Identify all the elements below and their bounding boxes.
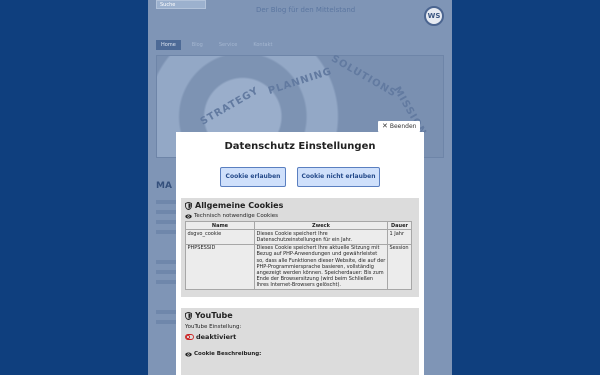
cookie-table: Name Zweck Dauer dsgvo_cookie Dieses Coo… <box>185 220 412 291</box>
shield-icon <box>185 311 192 320</box>
hero-word: SOLUTIONS <box>329 53 399 100</box>
decline-cookie-button[interactable]: Cookie nicht erlauben <box>297 167 380 187</box>
cookie-purpose: Dieses Cookie speichert Ihre Datenschutz… <box>254 229 388 245</box>
cookie-description-label: Cookie Beschreibung: <box>194 351 262 357</box>
section-title: Allgemeine Cookies <box>181 198 419 210</box>
cookie-purpose: Dieses Cookie speichert Ihre aktuelle Si… <box>254 243 388 291</box>
general-cookies-section: Allgemeine Cookies Technisch notwendige … <box>181 198 419 297</box>
text-line <box>156 220 176 224</box>
shield-icon <box>185 201 192 210</box>
toggle-off-icon <box>185 334 194 340</box>
cookie-duration: 1 Jahr <box>387 229 412 245</box>
close-label: Beenden <box>389 123 417 130</box>
youtube-toggle[interactable]: deaktiviert <box>181 330 419 341</box>
text-line <box>156 230 176 234</box>
cookie-duration: Session <box>387 243 412 291</box>
cookie-name: PHPSESSID <box>185 243 255 291</box>
eye-icon <box>185 214 192 218</box>
nav-item-home: Home <box>156 40 181 50</box>
site-tagline: Der Blog für den Mittelstand <box>256 6 356 14</box>
text-line <box>156 280 176 284</box>
cookie-name: dsgvo_cookie <box>185 229 255 245</box>
youtube-title: YouTube <box>195 311 233 320</box>
general-cookies-title: Allgemeine Cookies <box>195 201 284 210</box>
column-header-purpose: Zweck <box>254 220 388 231</box>
text-line <box>156 200 176 204</box>
accept-cookie-button[interactable]: Cookie erlauben <box>220 167 286 187</box>
privacy-settings-dialog: Datenschutz Einstellungen Cookie erlaube… <box>176 132 424 375</box>
youtube-section: YouTube YouTube Einstellung: deaktiviert… <box>181 308 419 375</box>
table-row: PHPSESSID Dieses Cookie speichert Ihre a… <box>185 243 412 291</box>
cookie-description-toggle[interactable]: Cookie Beschreibung: <box>181 341 419 357</box>
hero-word: STRATEGY <box>198 85 261 128</box>
text-line <box>156 310 176 314</box>
column-header-duration: Dauer <box>387 220 412 231</box>
dialog-title: Datenschutz Einstellungen <box>224 141 376 152</box>
article-heading: MA <box>156 181 172 191</box>
hero-word: PLANNING <box>266 65 334 98</box>
consent-buttons: Cookie erlauben Cookie nicht erlauben <box>176 167 424 187</box>
close-button[interactable]: ✕ Beenden <box>378 121 421 132</box>
table-header-row: Name Zweck Dauer <box>185 220 412 231</box>
eye-icon <box>185 352 192 356</box>
text-line <box>156 260 176 264</box>
text-line <box>156 320 176 324</box>
youtube-status: deaktiviert <box>196 333 237 341</box>
nav-item-kontakt: Kontakt <box>253 42 273 48</box>
youtube-setting-label: YouTube Einstellung: <box>185 324 242 330</box>
text-line <box>156 210 176 214</box>
column-header-name: Name <box>185 220 255 231</box>
text-line <box>156 270 176 274</box>
close-icon: ✕ <box>382 122 388 130</box>
main-nav: Home Blog Service Kontakt <box>156 40 277 50</box>
site-logo: WS <box>424 6 444 26</box>
necessary-cookies-text: Technisch notwendige Cookies <box>194 213 279 219</box>
section-title: YouTube <box>181 308 419 320</box>
search-box: Suche <box>156 0 206 9</box>
table-row: dsgvo_cookie Dieses Cookie speichert Ihr… <box>185 229 412 245</box>
nav-item-blog: Blog <box>191 42 203 48</box>
nav-item-service: Service <box>218 42 238 48</box>
necessary-cookies-label: Technisch notwendige Cookies <box>181 210 419 219</box>
